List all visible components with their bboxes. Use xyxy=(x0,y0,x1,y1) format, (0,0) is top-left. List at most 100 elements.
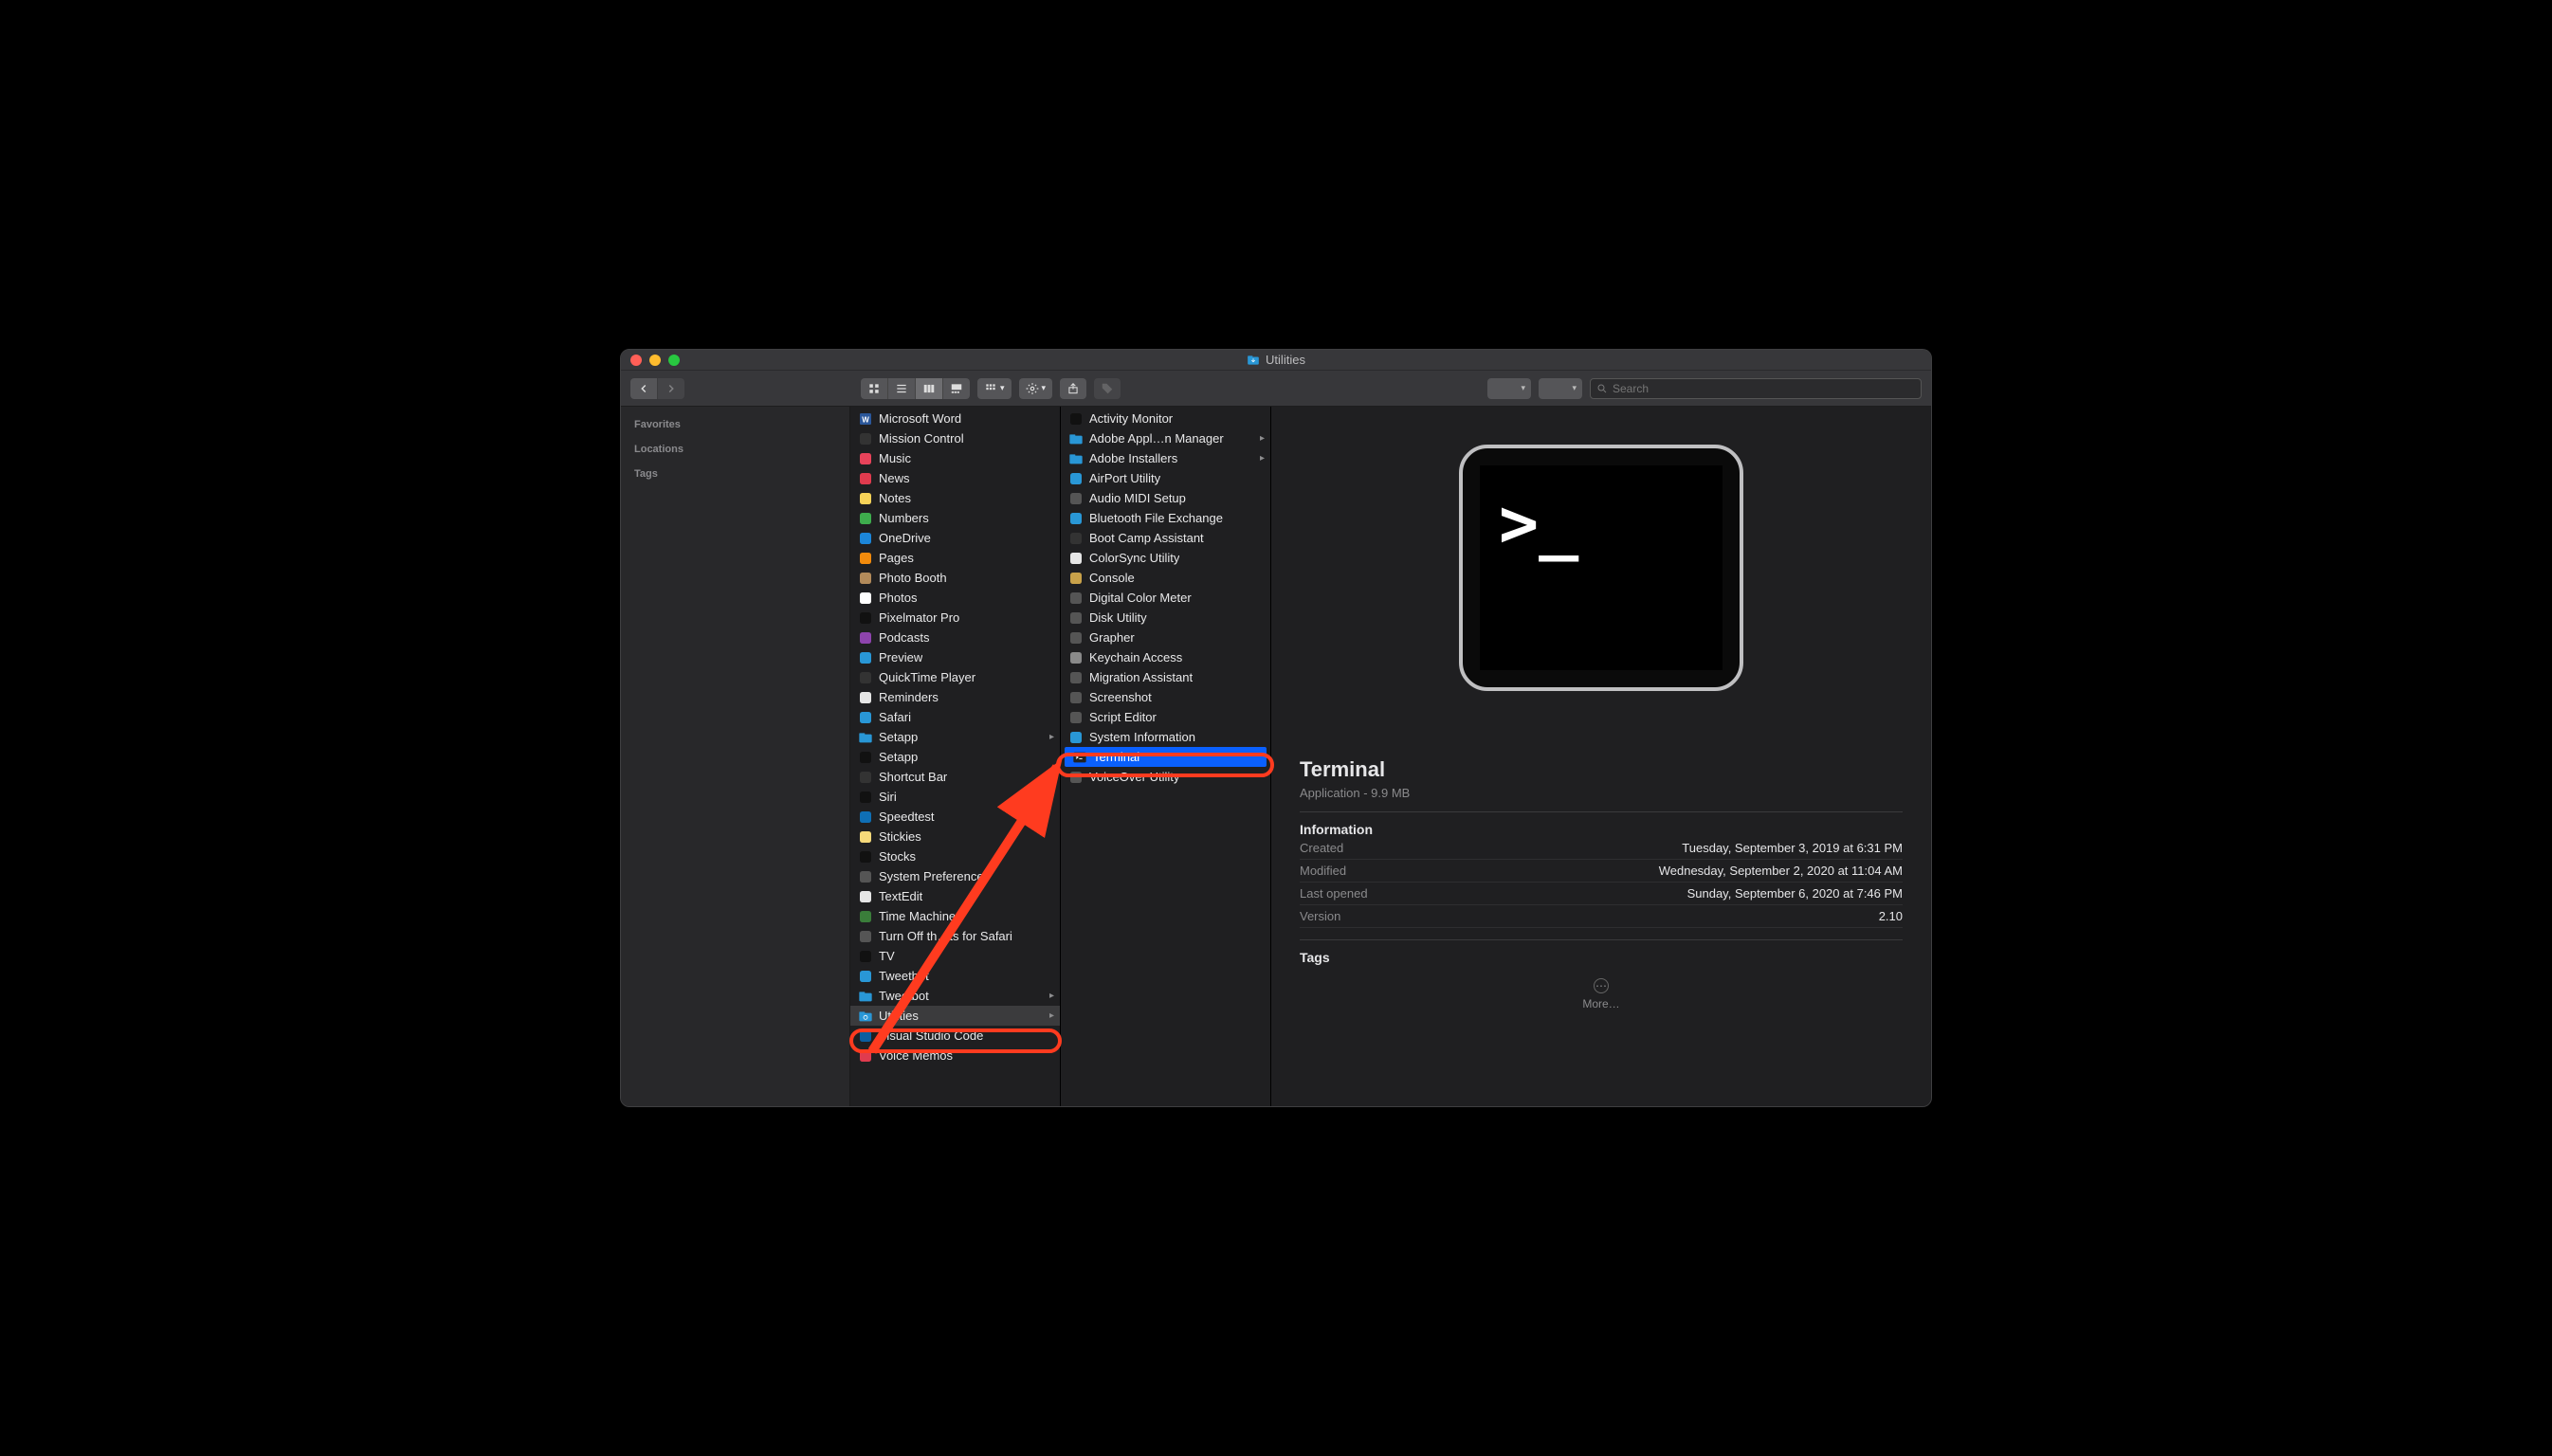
utils-item[interactable]: System Information xyxy=(1061,727,1270,747)
utils-item[interactable]: Console xyxy=(1061,568,1270,588)
utils-item[interactable]: Script Editor xyxy=(1061,707,1270,727)
apps-item[interactable]: Photo Booth xyxy=(850,568,1060,588)
arrange-button[interactable]: ▾ xyxy=(977,378,1012,399)
preview-subtitle: Application - 9.9 MB xyxy=(1300,786,1410,800)
apps-item[interactable]: Tweetbot xyxy=(850,966,1060,986)
utils-item[interactable]: Keychain Access xyxy=(1061,647,1270,667)
apps-item[interactable]: Music xyxy=(850,448,1060,468)
dropdown-1[interactable]: ▾ xyxy=(1487,378,1531,399)
view-gallery-button[interactable] xyxy=(942,378,970,399)
item-label: Podcasts xyxy=(879,630,929,645)
apps-item[interactable]: WMicrosoft Word xyxy=(850,409,1060,428)
utils-item[interactable]: Terminal xyxy=(1065,747,1267,767)
apps-item[interactable]: Pixelmator Pro xyxy=(850,608,1060,628)
chevron-right-icon: ▸ xyxy=(1260,453,1265,464)
info-row: ModifiedWednesday, September 2, 2020 at … xyxy=(1300,860,1903,883)
tags-button[interactable] xyxy=(1094,378,1121,399)
item-label: Utilities xyxy=(879,1009,919,1023)
chevron-right-icon: ▸ xyxy=(1049,1010,1054,1021)
view-columns-button[interactable] xyxy=(915,378,942,399)
apps-item[interactable]: Numbers xyxy=(850,508,1060,528)
preview-info-section: Information CreatedTuesday, September 3,… xyxy=(1300,811,1903,928)
apps-item[interactable]: Safari xyxy=(850,707,1060,727)
apps-item[interactable]: Siri xyxy=(850,787,1060,807)
item-label: ColorSync Utility xyxy=(1089,551,1179,565)
info-value: Wednesday, September 2, 2020 at 11:04 AM xyxy=(1659,864,1903,878)
maximize-button[interactable] xyxy=(668,355,680,366)
utils-item[interactable]: Boot Camp Assistant xyxy=(1061,528,1270,548)
apps-item[interactable]: Turn Off th…ts for Safari xyxy=(850,926,1060,946)
back-button[interactable] xyxy=(630,378,657,399)
safari-icon xyxy=(858,710,873,725)
item-label: Activity Monitor xyxy=(1089,411,1173,426)
utils-item[interactable]: Grapher xyxy=(1061,628,1270,647)
apps-item[interactable]: Notes xyxy=(850,488,1060,508)
search-field[interactable] xyxy=(1590,378,1922,399)
vscode-icon xyxy=(858,1028,873,1044)
utils-item[interactable]: Migration Assistant xyxy=(1061,667,1270,687)
action-button[interactable]: ▾ xyxy=(1019,378,1053,399)
apps-item[interactable]: Mission Control xyxy=(850,428,1060,448)
folder-icon xyxy=(858,730,873,745)
apps-item[interactable]: News xyxy=(850,468,1060,488)
utils-item[interactable]: VoiceOver Utility xyxy=(1061,767,1270,787)
apps-item[interactable]: Setapp xyxy=(850,747,1060,767)
utils-item[interactable]: Adobe Installers▸ xyxy=(1061,448,1270,468)
bootcamp-icon xyxy=(1068,531,1084,546)
more-button[interactable]: ⋯ More… xyxy=(1300,965,1903,1024)
search-icon xyxy=(1596,383,1608,394)
item-label: Reminders xyxy=(879,690,939,704)
sidebar-heading-locations[interactable]: Locations xyxy=(634,437,836,462)
apps-item[interactable]: Stocks xyxy=(850,846,1060,866)
close-button[interactable] xyxy=(630,355,642,366)
apps-item[interactable]: Preview xyxy=(850,647,1060,667)
apps-item[interactable]: System Preferences xyxy=(850,866,1060,886)
apps-item[interactable]: Setapp▸ xyxy=(850,727,1060,747)
apps-item[interactable]: Utilities ▸ xyxy=(850,1006,1060,1026)
column-applications[interactable]: WMicrosoft WordMission ControlMusicNewsN… xyxy=(850,407,1061,1106)
utils-item[interactable]: Audio MIDI Setup xyxy=(1061,488,1270,508)
apps-item[interactable]: Stickies xyxy=(850,827,1060,846)
apps-item[interactable]: Pages xyxy=(850,548,1060,568)
preview-name: Terminal xyxy=(1300,757,1385,782)
utils-item[interactable]: Bluetooth File Exchange xyxy=(1061,508,1270,528)
apps-item[interactable]: Voice Memos xyxy=(850,1046,1060,1065)
apps-item[interactable]: Shortcut Bar xyxy=(850,767,1060,787)
utils-item[interactable]: ColorSync Utility xyxy=(1061,548,1270,568)
utils-item[interactable]: Adobe Appl…n Manager▸ xyxy=(1061,428,1270,448)
utils-item[interactable]: Screenshot xyxy=(1061,687,1270,707)
share-icon xyxy=(1066,382,1080,395)
airport-icon xyxy=(1068,471,1084,486)
apps-item[interactable]: Reminders xyxy=(850,687,1060,707)
apps-item[interactable]: QuickTime Player xyxy=(850,667,1060,687)
sidebar-heading-favorites[interactable]: Favorites xyxy=(634,412,836,437)
apps-item[interactable]: Time Machine xyxy=(850,906,1060,926)
chevron-left-icon xyxy=(637,382,650,395)
apps-item[interactable]: Visual Studio Code xyxy=(850,1026,1060,1046)
view-icons-button[interactable] xyxy=(861,378,887,399)
utils-item[interactable]: AirPort Utility xyxy=(1061,468,1270,488)
apps-item[interactable]: Speedtest xyxy=(850,807,1060,827)
item-label: Boot Camp Assistant xyxy=(1089,531,1204,545)
column-utilities[interactable]: Activity Monitor Adobe Appl…n Manager▸Ado… xyxy=(1061,407,1271,1106)
share-button[interactable] xyxy=(1060,378,1086,399)
setapp-icon xyxy=(858,750,873,765)
view-list-button[interactable] xyxy=(887,378,915,399)
apps-item[interactable]: Photos xyxy=(850,588,1060,608)
grapher-icon xyxy=(1068,630,1084,646)
apps-item[interactable]: Podcasts xyxy=(850,628,1060,647)
cloud-icon xyxy=(858,531,873,546)
apps-item[interactable]: TV xyxy=(850,946,1060,966)
sidebar-heading-tags[interactable]: Tags xyxy=(634,462,836,486)
forward-button[interactable] xyxy=(657,378,684,399)
dropdown-2[interactable]: ▾ xyxy=(1539,378,1582,399)
utils-item[interactable]: Disk Utility xyxy=(1061,608,1270,628)
apps-item[interactable]: OneDrive xyxy=(850,528,1060,548)
minimize-button[interactable] xyxy=(649,355,661,366)
search-input[interactable] xyxy=(1613,382,1915,395)
apps-item[interactable]: Tweetbot▸ xyxy=(850,986,1060,1006)
item-label: Photo Booth xyxy=(879,571,947,585)
apps-item[interactable]: TextEdit xyxy=(850,886,1060,906)
utils-item[interactable]: Activity Monitor xyxy=(1061,409,1270,428)
utils-item[interactable]: Digital Color Meter xyxy=(1061,588,1270,608)
